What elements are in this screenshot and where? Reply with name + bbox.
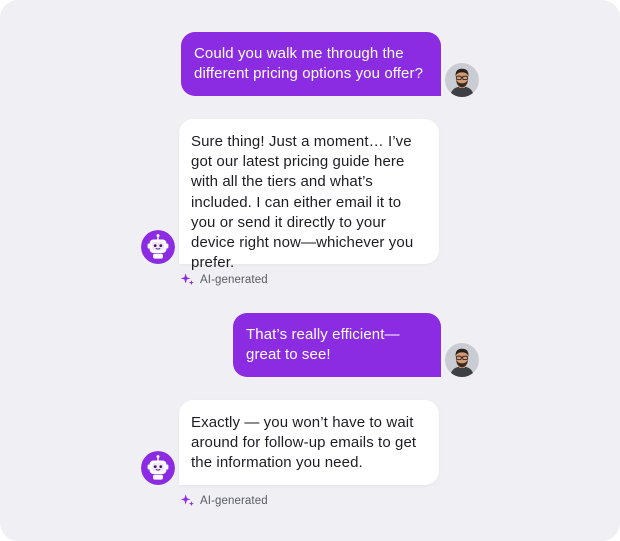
bot-avatar (141, 230, 175, 264)
user-message-text: That’s really efficient—great to see! (246, 326, 400, 363)
robot-icon (141, 451, 175, 485)
sparkle-icon (180, 273, 194, 286)
ai-generated-label: AI-generated (200, 273, 268, 286)
assistant-message-bubble: Sure thing! Just a moment… I’ve got our … (179, 119, 439, 271)
user-message-bubble: That’s really efficient—great to see! (233, 313, 441, 377)
bot-avatar (141, 451, 175, 485)
user-message-text: Could you walk me through the different … (194, 45, 424, 82)
chat-panel: Could you walk me through the different … (0, 0, 620, 541)
assistant-message-bubble: Exactly — you won’t have to wait around … (179, 400, 439, 485)
ai-generated-badge: AI-generated (180, 272, 268, 287)
assistant-message-text: Sure thing! Just a moment… I’ve got our … (191, 133, 414, 272)
user-photo-avatar-icon (445, 343, 479, 377)
robot-icon (141, 230, 175, 264)
user-photo-avatar-icon (445, 63, 479, 97)
user-avatar (445, 343, 479, 377)
user-avatar (445, 63, 479, 97)
ai-generated-badge: AI-generated (180, 493, 268, 508)
ai-generated-label: AI-generated (200, 494, 268, 507)
assistant-message-text: Exactly — you won’t have to wait around … (191, 414, 417, 472)
sparkle-icon (180, 494, 194, 507)
user-message-bubble: Could you walk me through the different … (181, 32, 441, 96)
